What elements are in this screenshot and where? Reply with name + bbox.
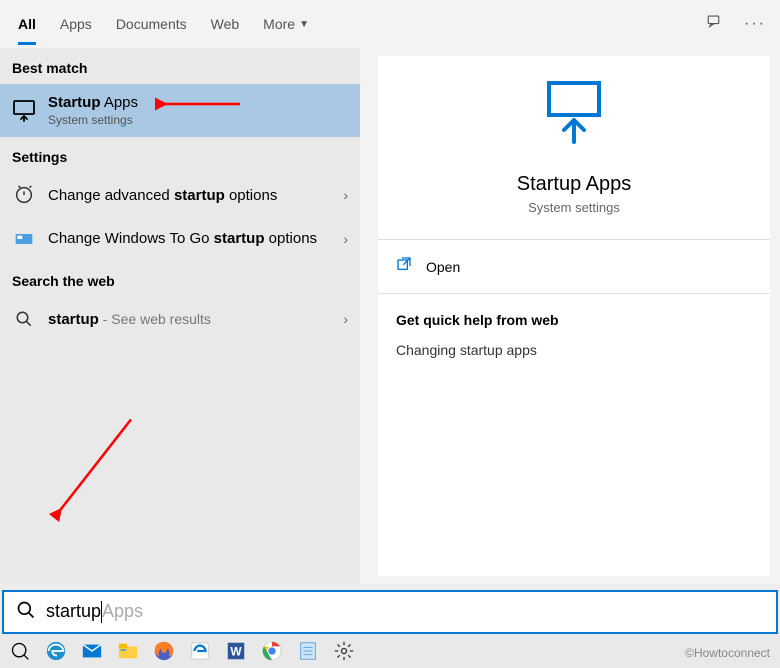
search-icon — [16, 600, 36, 625]
section-search-web: Search the web — [0, 261, 360, 297]
mail-icon[interactable] — [78, 637, 106, 665]
chevron-down-icon: ▼ — [299, 19, 309, 30]
tabs-bar: All Apps Documents Web More ▼ ··· — [0, 0, 780, 48]
taskbar: W — [0, 634, 780, 668]
chrome-icon[interactable] — [258, 637, 286, 665]
result-title: Change advanced startup options — [48, 187, 331, 204]
chevron-right-icon: › — [343, 311, 348, 327]
open-icon — [396, 256, 412, 277]
tab-apps[interactable]: Apps — [60, 4, 92, 44]
tab-all[interactable]: All — [18, 4, 36, 44]
tab-documents[interactable]: Documents — [116, 4, 187, 44]
firefox-icon[interactable] — [150, 637, 178, 665]
preview-link-changing-startup[interactable]: Changing startup apps — [378, 338, 770, 362]
preview-title: Startup Apps — [378, 173, 770, 196]
preview-panel: Startup Apps System settings Open Get qu… — [360, 48, 780, 584]
startup-apps-icon — [12, 99, 36, 123]
edge-icon[interactable] — [42, 637, 70, 665]
result-startup-apps[interactable]: Startup Apps System settings — [0, 84, 360, 137]
search-typed-text: startup — [46, 601, 101, 621]
word-icon[interactable]: W — [222, 637, 250, 665]
section-settings: Settings — [0, 137, 360, 173]
cortana-icon[interactable] — [6, 637, 34, 665]
result-title: Change Windows To Go startup options — [48, 229, 331, 249]
tab-more-label: More — [263, 16, 295, 32]
result-title: Startup Apps — [48, 94, 348, 111]
more-options-icon[interactable]: ··· — [744, 15, 766, 33]
result-title: startup - See web results — [48, 311, 331, 328]
preview-icon — [378, 56, 770, 153]
preview-open-action[interactable]: Open — [378, 240, 770, 293]
notepad-icon[interactable] — [294, 637, 322, 665]
feedback-icon[interactable] — [706, 13, 724, 36]
chevron-right-icon: › — [343, 231, 348, 247]
search-box[interactable]: startupApps — [2, 590, 778, 634]
result-windows-togo[interactable]: Change Windows To Go startup options › — [0, 217, 360, 261]
chevron-right-icon: › — [343, 187, 348, 203]
section-best-match: Best match — [0, 48, 360, 84]
search-icon — [12, 307, 36, 331]
watermark: ©Howtoconnect — [685, 646, 770, 660]
tab-web[interactable]: Web — [211, 4, 240, 44]
windows-togo-icon — [12, 227, 36, 251]
file-explorer-icon[interactable] — [114, 637, 142, 665]
power-restart-icon — [12, 183, 36, 207]
preview-subtitle: System settings — [378, 200, 770, 215]
tab-more[interactable]: More ▼ — [263, 4, 309, 44]
results-panel: Best match Startup Apps System settings … — [0, 48, 360, 584]
svg-text:W: W — [230, 645, 242, 659]
result-web-startup[interactable]: startup - See web results › — [0, 297, 360, 341]
settings-icon[interactable] — [330, 637, 358, 665]
result-advanced-startup[interactable]: Change advanced startup options › — [0, 173, 360, 217]
preview-open-label: Open — [426, 259, 460, 275]
preview-quick-help-header: Get quick help from web — [378, 294, 770, 338]
edge-legacy-icon[interactable] — [186, 637, 214, 665]
search-suggestion-ghost: Apps — [102, 601, 143, 621]
result-subtitle: System settings — [48, 113, 348, 127]
